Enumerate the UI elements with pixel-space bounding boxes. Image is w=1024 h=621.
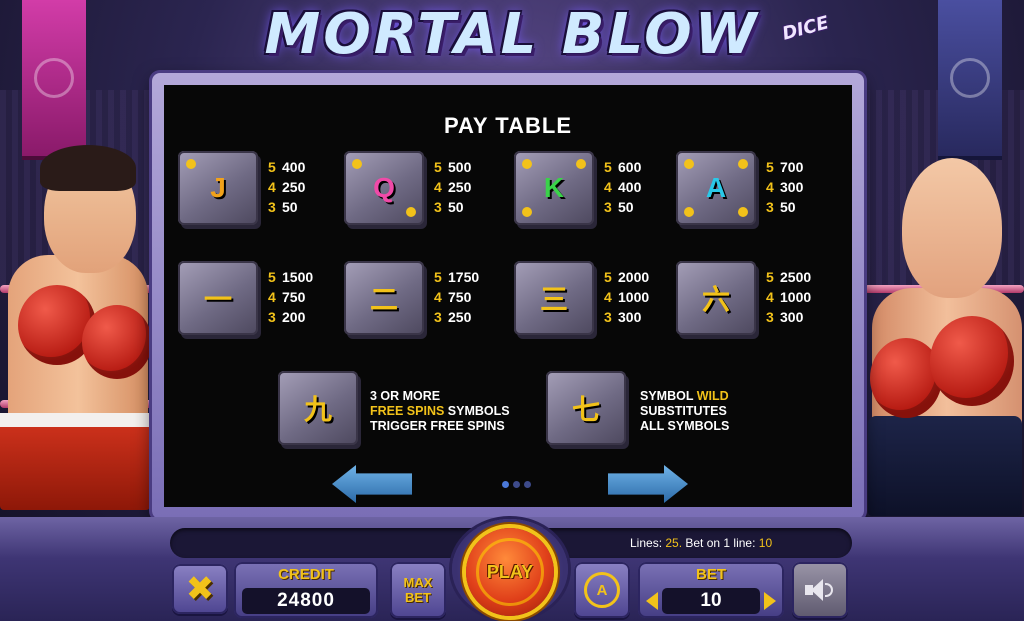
max-bet-button[interactable]: MAX BET [390,562,446,618]
symbol-k-icon: K [543,172,565,203]
close-icon: ✖ [185,569,215,609]
boxer-left [0,145,170,525]
autoplay-button[interactable]: A [574,562,630,618]
bet-label: BET [696,566,726,583]
page-dot [524,481,531,488]
bet-control: BET 10 [638,562,784,618]
wild-description: SYMBOL WILD SUBSTITUTES ALL SYMBOLS [640,389,730,433]
symbol-j-icon: J [210,172,226,203]
paytable-title: PAY TABLE [444,113,572,138]
paytable-entry: 5 1500 4 750 3 200 [268,269,314,325]
paytable-panel: PAY TABLE J 5 400 4 250 3 50 Q 5 500 4 250 35… [164,85,852,507]
dice-symbol-two: 二 [344,261,424,335]
boxer-right [862,148,1024,528]
dice-symbol-j: J [178,151,258,225]
symbol-six-icon: 六 [701,284,730,315]
free-spins-description: 3 OR MORE FREE SPINS SYMBOLS TRIGGER FRE… [370,389,510,433]
paytable-entry: 5 400 4 250 3 50 [268,159,306,215]
paytable-entry: 5 2000 4 1000 3 300 [604,269,650,325]
next-page-arrow-icon[interactable] [608,465,688,503]
dice-symbol-six: 六 [676,261,756,335]
paytable-entry: 5 700 4 300 3 50 [766,159,804,215]
lines-info: Lines: 25. Bet on 1 line: 10 [630,536,773,550]
page-indicator [502,481,531,488]
page-dot [502,481,509,488]
paytable-entry: 5 2500 4 1000 3 300 [766,269,812,325]
boxing-glove-icon [82,305,152,379]
paytable-entry: 5 1750 4 750 3 250 [434,269,480,325]
dice-symbol-q: Q [344,151,424,225]
close-button[interactable]: ✖ [172,564,228,614]
bet-increase-arrow-icon[interactable] [764,592,776,610]
paytable-frame: PAY TABLE J 5 400 4 250 3 50 Q 5 500 4 250 35… [152,73,864,519]
game-title: MORTAL BLOW [264,2,760,67]
credit-label: CREDIT [278,566,334,583]
dice-symbol-wild: 七 [546,371,626,445]
symbol-one-icon: 一 [203,284,232,315]
speaker-icon [805,577,835,603]
symbol-three-icon: 三 [539,284,568,315]
wild-symbol-icon: 七 [571,394,600,425]
dice-symbol-k: K [514,151,594,225]
free-spins-symbol-icon: 九 [303,394,332,425]
credit-value: 24800 [242,588,370,614]
page-dot [513,481,520,488]
symbol-a-icon: A [705,172,727,203]
dice-symbol-a: A [676,151,756,225]
bet-value: 10 [662,588,760,614]
paytable-entry: 5 500 4 250 3 50 [434,159,472,215]
sound-button[interactable] [792,562,848,618]
dice-symbol-free-spins: 九 [278,371,358,445]
play-button[interactable]: PLAY [466,528,554,616]
symbol-two-icon: 二 [369,284,398,315]
paytable-entry: 5 600 4 400 3 50 [604,159,642,215]
play-label: PLAY [486,561,534,582]
credit-display: CREDIT 24800 [234,562,378,618]
boxing-glove-icon [930,316,1014,406]
dice-symbol-one: 一 [178,261,258,335]
prev-page-arrow-icon[interactable] [332,465,412,503]
autoplay-icon: A [584,572,620,608]
dice-symbol-three: 三 [514,261,594,335]
bet-decrease-arrow-icon[interactable] [646,592,658,610]
symbol-q-icon: Q [373,172,395,203]
